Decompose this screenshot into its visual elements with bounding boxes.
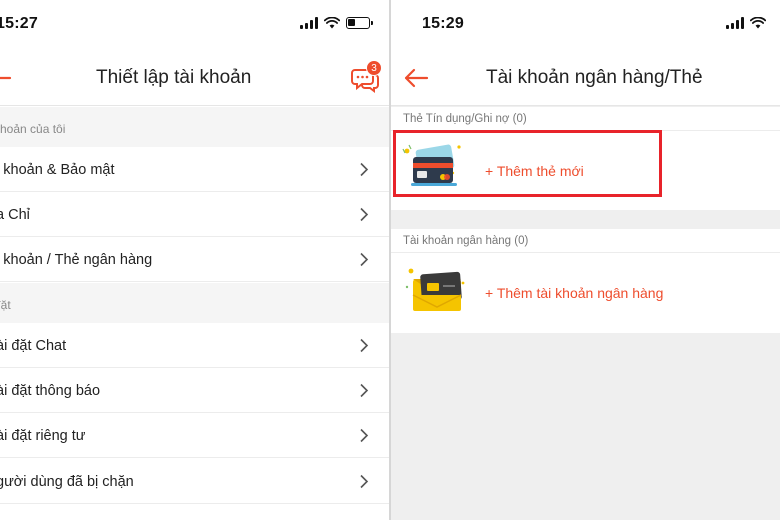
chevron-right-icon [360,207,369,222]
status-bar: 15:29 [391,0,780,50]
settings-row-bank-cards[interactable]: i khoản / Thẻ ngân hàng [0,237,389,282]
bank-account-section-label: Tài khoản ngân hàng (0) [403,235,529,247]
status-time: 15:29 [422,15,464,32]
chevron-right-icon [360,338,369,353]
status-time: 15:27 [0,15,38,32]
row-label: gười dùng đã bị chặn [0,474,134,490]
page-title: Thiết lập tài khoản [96,67,252,88]
status-icons [726,17,766,29]
settings-row-notifications[interactable]: ài đặt thông báo [0,368,389,413]
settings-row-privacy[interactable]: ài đặt riêng tư [0,413,389,458]
chevron-right-icon [360,162,369,177]
settings-row-chat[interactable]: ài đặt Chat [0,323,389,368]
highlight-box [393,130,662,197]
section-header-settings: đặt [0,283,389,323]
page-title: Tài khoản ngân hàng/Thẻ [486,67,703,88]
settings-row-address[interactable]: a Chỉ [0,192,389,237]
empty-area [391,333,780,520]
bank-card-illustration [405,268,465,311]
settings-row-account-security[interactable]: i khoản & Bảo mật [0,147,389,192]
row-label: ài đặt thông báo [0,383,101,399]
bank-cards-screen: 15:29 Tài khoản ngân hàng/Thẻ Thẻ Tín dụ… [391,0,780,520]
nav-bar: Thiết lập tài khoản 3 [0,50,389,106]
add-bank-account-button[interactable]: + Thêm tài khoản ngân hàng [485,285,663,301]
row-label: ài đặt riêng tư [0,428,86,444]
row-label: ài đặt Chat [0,338,67,354]
screenshot-stage: 15:27 Thiết lập tài khoản 3 khoản của tô… [0,0,780,520]
account-settings-screen: 15:27 Thiết lập tài khoản 3 khoản của tô… [0,0,389,520]
settings-row-blocked-users[interactable]: gười dùng đã bị chặn [0,459,389,504]
signal-icon [300,17,318,29]
status-icons [300,17,373,29]
wifi-icon [324,17,340,29]
nav-bar: Tài khoản ngân hàng/Thẻ [391,50,780,106]
chevron-right-icon [360,252,369,267]
back-arrow-icon[interactable] [0,67,12,89]
section-header-my-account: khoản của tôi [0,107,389,147]
wifi-icon [750,17,766,29]
section-title: khoản của tôi [0,122,66,136]
row-label: i khoản & Bảo mật [0,162,115,178]
bank-account-section: Tài khoản ngân hàng (0) + Thêm tài khoản… [391,229,780,333]
back-arrow-icon[interactable] [403,67,429,89]
chevron-right-icon [360,383,369,398]
battery-icon [346,17,373,29]
credit-card-section-label: Thẻ Tín dụng/Ghi nợ (0) [403,113,527,125]
row-label: a Chỉ [0,207,30,223]
section-title: đặt [0,298,11,312]
chat-badge: 3 [366,60,382,76]
chevron-right-icon [360,474,369,489]
status-bar: 15:27 [0,0,389,50]
signal-icon [726,17,744,29]
chevron-right-icon [360,428,369,443]
row-label: i khoản / Thẻ ngân hàng [0,252,153,268]
